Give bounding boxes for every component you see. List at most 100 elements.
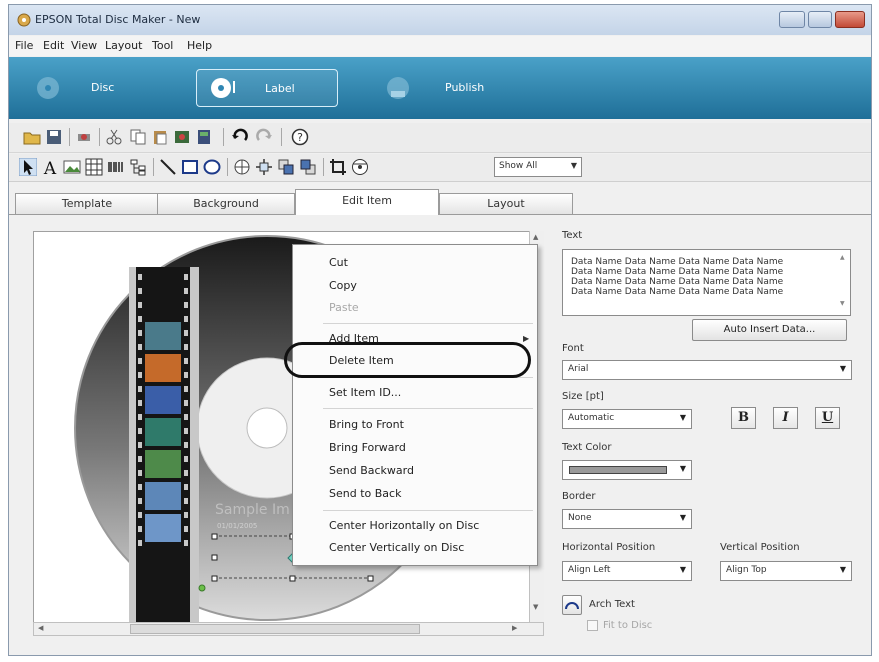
menu-send-backward[interactable]: Send Backward: [329, 464, 414, 477]
arch-icon: [565, 602, 579, 610]
scroll-left-icon[interactable]: ◀: [38, 624, 43, 632]
chevron-down-icon: ▼: [679, 413, 686, 422]
rectangle-tool-icon[interactable]: [181, 158, 199, 176]
nav-label[interactable]: Label: [196, 69, 338, 107]
menu-center-vertically[interactable]: Center Vertically on Disc: [329, 541, 464, 554]
vertical-position-value: Align Top: [726, 565, 767, 575]
help-icon[interactable]: ?: [291, 128, 309, 146]
size-select[interactable]: Automatic ▼: [562, 409, 692, 429]
copy-icon[interactable]: [129, 128, 147, 146]
font-select[interactable]: Arial ▼: [562, 360, 852, 380]
border-select[interactable]: None ▼: [562, 509, 692, 529]
arch-text-button[interactable]: [562, 595, 582, 615]
print-icon[interactable]: [75, 128, 93, 146]
underline-button[interactable]: U: [815, 407, 840, 429]
sample-date: 01/01/2005: [217, 522, 258, 530]
text-line: Data Name Data Name Data Name Data Name: [571, 277, 784, 287]
tab-template[interactable]: Template: [15, 193, 159, 214]
menu-bring-forward[interactable]: Bring Forward: [329, 441, 406, 454]
menu-file[interactable]: File: [15, 39, 33, 52]
text-scroll-up-icon[interactable]: ▲: [840, 254, 845, 261]
select-pointer-icon[interactable]: [19, 158, 37, 176]
vertical-position-select[interactable]: Align Top ▼: [720, 561, 852, 581]
image-icon[interactable]: [173, 128, 191, 146]
tab-edit-item[interactable]: Edit Item: [295, 189, 439, 215]
menu-bring-to-front[interactable]: Bring to Front: [329, 418, 404, 431]
menu-center-horizontally[interactable]: Center Horizontally on Disc: [329, 519, 479, 532]
italic-button[interactable]: I: [773, 407, 798, 429]
chevron-down-icon: ▼: [839, 364, 846, 373]
nav-publish[interactable]: Publish: [379, 69, 519, 107]
nav-label-label: Label: [265, 82, 295, 95]
bold-button[interactable]: B: [731, 407, 756, 429]
text-label: Text: [562, 230, 583, 241]
crop-icon[interactable]: [329, 158, 347, 176]
grid-tool-icon[interactable]: [85, 158, 103, 176]
redo-icon[interactable]: [255, 128, 273, 146]
line-tool-icon[interactable]: [159, 158, 177, 176]
menu-layout[interactable]: Layout: [105, 39, 142, 52]
send-back-icon[interactable]: [299, 158, 317, 176]
close-button[interactable]: [835, 11, 865, 28]
align-disc-icon[interactable]: [233, 158, 251, 176]
publish-icon: [387, 77, 409, 99]
paste-icon[interactable]: [151, 128, 169, 146]
minimize-button[interactable]: [779, 11, 805, 28]
menu-tool[interactable]: Tool: [152, 39, 173, 52]
text-content-box[interactable]: Data Name Data Name Data Name Data Name …: [562, 249, 851, 316]
cut-icon[interactable]: [105, 128, 123, 146]
menu-paste[interactable]: Paste: [329, 301, 359, 314]
barcode-tool-icon[interactable]: [107, 158, 125, 176]
fit-to-disc-checkbox[interactable]: [587, 620, 598, 631]
text-color-select[interactable]: ▼: [562, 460, 692, 480]
menu-view[interactable]: View: [71, 39, 97, 52]
menu-help[interactable]: Help: [187, 39, 212, 52]
size-select-value: Automatic: [568, 413, 615, 423]
border-select-value: None: [568, 513, 592, 523]
ellipse-tool-icon[interactable]: [203, 158, 221, 176]
save-icon[interactable]: [45, 128, 63, 146]
draw-toolbar: A Show All ▼: [9, 154, 871, 182]
fit-to-disc-label: Fit to Disc: [603, 620, 653, 631]
open-folder-icon[interactable]: [23, 128, 41, 146]
bring-front-icon[interactable]: [277, 158, 295, 176]
show-select[interactable]: Show All ▼: [494, 157, 582, 177]
horizontal-position-label: Horizontal Position: [562, 542, 656, 553]
tab-background[interactable]: Background: [157, 193, 295, 214]
delete-item-highlight: [284, 342, 531, 378]
nav-disc[interactable]: Disc: [29, 69, 169, 107]
vertical-position-label: Vertical Position: [720, 542, 800, 553]
menu-edit[interactable]: Edit: [43, 39, 64, 52]
image-tool-icon[interactable]: [63, 158, 81, 176]
horizontal-scrollbar[interactable]: ◀ ▶: [33, 622, 544, 636]
chevron-down-icon: ▼: [679, 513, 686, 522]
submenu-arrow-icon: ▶: [523, 334, 530, 343]
tab-layout[interactable]: Layout: [439, 193, 573, 214]
horizontal-position-select[interactable]: Align Left ▼: [562, 561, 692, 581]
disc-view-icon[interactable]: [351, 158, 369, 176]
center-icon[interactable]: [255, 158, 273, 176]
text-tool-icon[interactable]: A: [41, 158, 59, 176]
scroll-thumb[interactable]: [130, 624, 420, 634]
disc-icon: [37, 77, 59, 99]
edit-tabs: Template Background Edit Item Layout: [9, 189, 871, 215]
nav-publish-label: Publish: [445, 81, 485, 94]
horizontal-position-value: Align Left: [568, 565, 611, 575]
menu-set-item-id[interactable]: Set Item ID...: [329, 386, 401, 399]
maximize-button[interactable]: [808, 11, 832, 28]
chevron-down-icon: ▼: [679, 464, 686, 473]
border-label: Border: [562, 491, 596, 502]
undo-icon[interactable]: [231, 128, 249, 146]
book-icon[interactable]: [195, 128, 213, 146]
text-line: Data Name Data Name Data Name Data Name: [571, 287, 784, 297]
tree-tool-icon[interactable]: [129, 158, 147, 176]
text-scroll-down-icon[interactable]: ▼: [840, 300, 845, 307]
scroll-up-icon[interactable]: ▲: [533, 233, 538, 241]
menu-copy[interactable]: Copy: [329, 279, 357, 292]
auto-insert-data-button[interactable]: Auto Insert Data...: [692, 319, 847, 341]
scroll-right-icon[interactable]: ▶: [512, 624, 517, 632]
menu-cut[interactable]: Cut: [329, 256, 348, 269]
chevron-down-icon: ▼: [570, 161, 577, 170]
menu-send-to-back[interactable]: Send to Back: [329, 487, 401, 500]
scroll-down-icon[interactable]: ▼: [533, 603, 538, 611]
